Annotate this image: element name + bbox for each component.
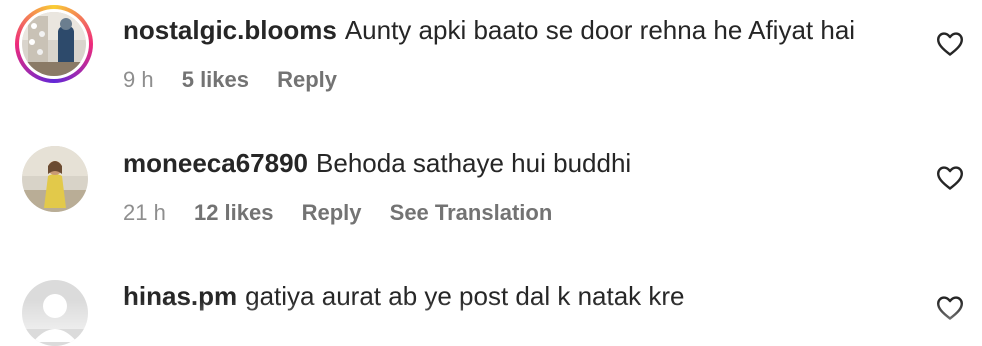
avatar[interactable] bbox=[15, 5, 93, 83]
comment-text: Behoda sathaye hui buddhi bbox=[316, 148, 632, 178]
profile-photo-icon bbox=[22, 146, 88, 212]
comment-line: hinas.pm gatiya aurat ab ye post dal k na… bbox=[123, 281, 685, 311]
comment-text: Aunty apki baato se door rehna he Afiyat… bbox=[344, 15, 856, 45]
comment-meta: 21 h 12 likes Reply See Translation bbox=[123, 200, 574, 226]
profile-photo-icon bbox=[22, 12, 86, 76]
comment-likes[interactable]: 12 likes bbox=[194, 200, 274, 225]
heart-outline-icon[interactable] bbox=[936, 295, 964, 321]
avatar[interactable] bbox=[22, 146, 88, 212]
comment-username[interactable]: hinas.pm bbox=[123, 281, 237, 311]
comment-text: gatiya aurat ab ye post dal k natak kre bbox=[245, 281, 685, 311]
comment-line: moneeca67890 Behoda sathaye hui buddhi bbox=[123, 148, 631, 178]
comment-line: nostalgic.blooms Aunty apki baato se door… bbox=[123, 15, 855, 45]
see-translation-button[interactable]: See Translation bbox=[390, 200, 553, 225]
default-avatar-icon bbox=[22, 280, 88, 346]
reply-button[interactable]: Reply bbox=[302, 200, 362, 225]
comment-time: 21 h bbox=[123, 200, 166, 225]
comment-meta: 9 h 5 likes Reply bbox=[123, 67, 359, 93]
avatar[interactable] bbox=[22, 280, 88, 346]
heart-outline-icon[interactable] bbox=[936, 165, 964, 191]
comment-username[interactable]: nostalgic.blooms bbox=[123, 15, 337, 45]
comment-time: 9 h bbox=[123, 67, 154, 92]
comment-username[interactable]: moneeca67890 bbox=[123, 148, 308, 178]
comment-likes[interactable]: 5 likes bbox=[182, 67, 249, 92]
avatar-story-ring bbox=[19, 9, 89, 79]
heart-outline-icon[interactable] bbox=[936, 31, 964, 57]
reply-button[interactable]: Reply bbox=[277, 67, 337, 92]
